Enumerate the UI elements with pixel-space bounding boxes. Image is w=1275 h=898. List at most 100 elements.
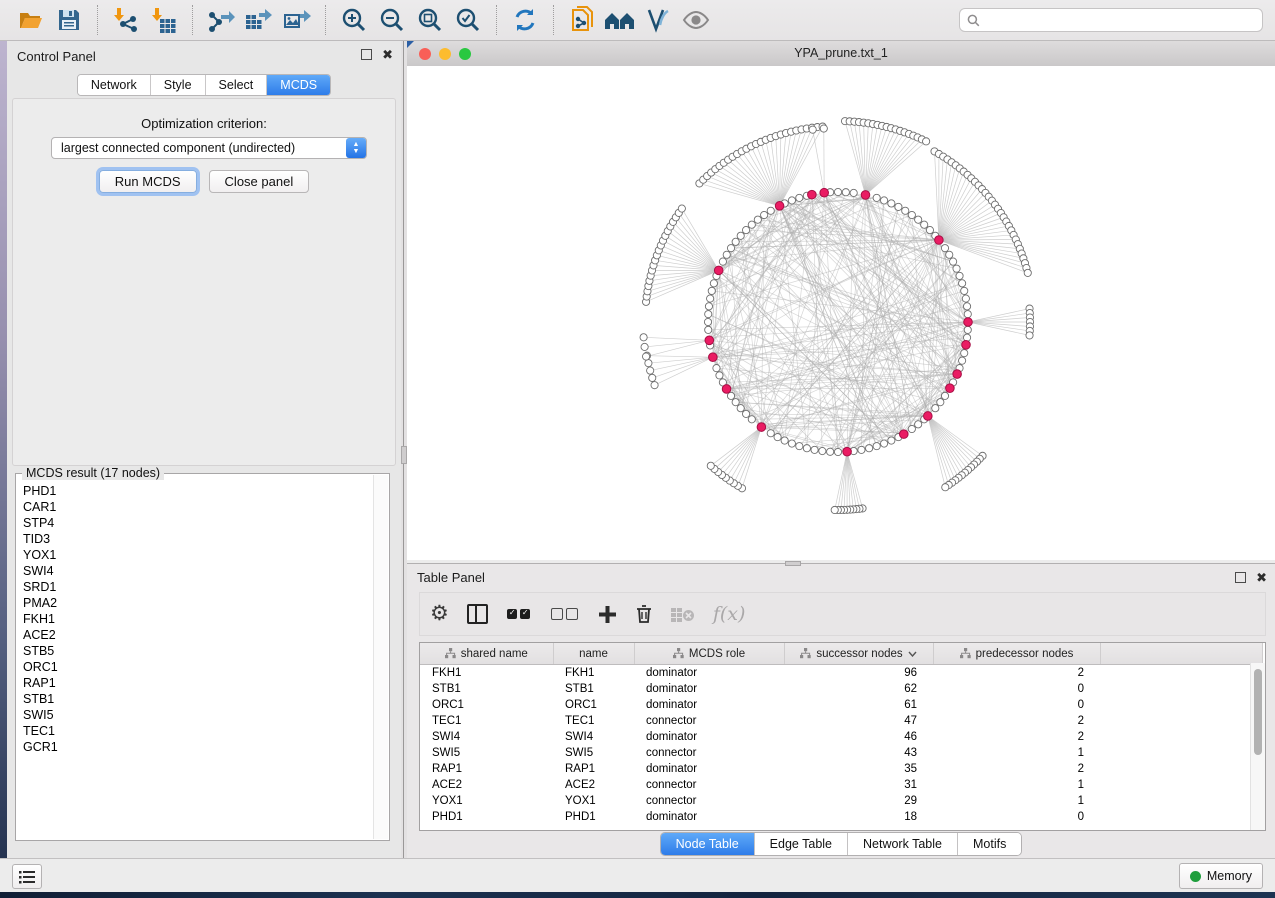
table-scrollbar[interactable] xyxy=(1250,663,1265,830)
save-session-button[interactable] xyxy=(53,4,85,36)
export-network-button[interactable] xyxy=(205,4,237,36)
table-cell[interactable]: 46 xyxy=(784,729,933,745)
mcds-list-scrollbar[interactable] xyxy=(373,475,388,839)
column-header-predecessor-nodes[interactable]: predecessor nodes xyxy=(933,643,1100,665)
hide-all-columns-button[interactable] xyxy=(550,599,580,629)
mcds-result-item[interactable]: SWI4 xyxy=(23,563,369,579)
mcds-result-item[interactable]: SWI5 xyxy=(23,707,369,723)
table-cell[interactable]: 1 xyxy=(933,777,1100,793)
table-cell[interactable]: dominator xyxy=(634,761,784,777)
table-cell[interactable]: dominator xyxy=(634,681,784,697)
table-cell[interactable]: FKH1 xyxy=(420,665,553,682)
mcds-result-item[interactable]: FKH1 xyxy=(23,611,369,627)
table-cell[interactable]: STB1 xyxy=(553,681,634,697)
table-row[interactable]: SWI5SWI5connector431 xyxy=(420,745,1262,761)
ndex-button[interactable] xyxy=(604,4,636,36)
table-cell[interactable]: YOX1 xyxy=(420,793,553,809)
vizmapper-button[interactable] xyxy=(642,4,674,36)
table-cell[interactable]: 2 xyxy=(933,761,1100,777)
table-cell[interactable]: FKH1 xyxy=(553,665,634,682)
table-cell[interactable]: SWI5 xyxy=(553,745,634,761)
mcds-result-item[interactable]: SRD1 xyxy=(23,579,369,595)
table-cell[interactable]: SWI4 xyxy=(553,729,634,745)
table-cell[interactable]: 2 xyxy=(933,665,1100,682)
float-panel-icon[interactable] xyxy=(1235,572,1246,583)
network-canvas[interactable] xyxy=(407,66,1275,560)
table-cell[interactable]: ACE2 xyxy=(553,777,634,793)
table-cell[interactable]: dominator xyxy=(634,665,784,682)
tab-network-table[interactable]: Network Table xyxy=(848,833,958,855)
delete-column-button[interactable] xyxy=(635,599,653,629)
import-table-button[interactable] xyxy=(148,4,180,36)
table-row[interactable]: STB1STB1dominator620 xyxy=(420,681,1262,697)
network-window-titlebar[interactable]: YPA_prune.txt_1 xyxy=(407,41,1275,67)
table-cell[interactable]: 61 xyxy=(784,697,933,713)
mcds-result-item[interactable]: PMA2 xyxy=(23,595,369,611)
zoom-selected-button[interactable] xyxy=(452,4,484,36)
run-mcds-button[interactable]: Run MCDS xyxy=(99,170,197,193)
network-graph[interactable] xyxy=(407,66,1275,560)
table-cell[interactable]: TEC1 xyxy=(553,713,634,729)
table-cell[interactable]: PHD1 xyxy=(420,809,553,825)
tab-select[interactable]: Select xyxy=(206,75,268,95)
task-history-button[interactable] xyxy=(12,864,42,889)
table-cell[interactable]: 96 xyxy=(784,665,933,682)
show-all-columns-button[interactable] xyxy=(506,599,532,629)
table-cell[interactable]: PHD1 xyxy=(553,809,634,825)
table-cell[interactable]: 18 xyxy=(784,809,933,825)
column-header-successor-nodes[interactable]: successor nodes xyxy=(784,643,933,665)
search-input[interactable] xyxy=(985,12,1255,28)
scrollbar-thumb[interactable] xyxy=(1254,669,1262,755)
table-cell[interactable]: connector xyxy=(634,745,784,761)
optimization-criterion-dropdown[interactable]: largest connected component (undirected)… xyxy=(51,137,367,159)
tab-network[interactable]: Network xyxy=(78,75,151,95)
tab-edge-table[interactable]: Edge Table xyxy=(755,833,848,855)
add-column-button[interactable] xyxy=(598,599,617,629)
table-cell[interactable]: 29 xyxy=(784,793,933,809)
table-cell[interactable]: 0 xyxy=(933,697,1100,713)
column-header-shared-name[interactable]: shared name xyxy=(420,643,553,665)
zoom-fit-button[interactable] xyxy=(414,4,446,36)
global-search[interactable] xyxy=(959,8,1263,32)
close-panel-icon[interactable]: ✖ xyxy=(382,50,393,59)
float-panel-icon[interactable] xyxy=(361,49,372,60)
refresh-button[interactable] xyxy=(509,4,541,36)
memory-button[interactable]: Memory xyxy=(1179,863,1263,889)
mcds-result-item[interactable]: STB5 xyxy=(23,643,369,659)
column-header-MCDS-role[interactable]: MCDS role xyxy=(634,643,784,665)
table-row[interactable]: SWI4SWI4dominator462 xyxy=(420,729,1262,745)
mcds-result-item[interactable]: ORC1 xyxy=(23,659,369,675)
table-cell[interactable]: 1 xyxy=(933,793,1100,809)
table-cell[interactable]: dominator xyxy=(634,809,784,825)
table-cell[interactable]: dominator xyxy=(634,729,784,745)
table-cell[interactable]: connector xyxy=(634,713,784,729)
mcds-result-item[interactable]: GCR1 xyxy=(23,739,369,755)
table-cell[interactable]: RAP1 xyxy=(553,761,634,777)
table-cell[interactable]: SWI4 xyxy=(420,729,553,745)
table-row[interactable]: FKH1FKH1dominator962 xyxy=(420,665,1262,682)
table-row[interactable]: TEC1TEC1connector472 xyxy=(420,713,1262,729)
table-cell[interactable]: dominator xyxy=(634,697,784,713)
clipboard-network-button[interactable] xyxy=(566,4,598,36)
table-cell[interactable]: 0 xyxy=(933,681,1100,697)
table-cell[interactable]: 43 xyxy=(784,745,933,761)
mcds-result-list[interactable]: PHD1CAR1STP4TID3YOX1SWI4SRD1PMA2FKH1ACE2… xyxy=(19,477,373,837)
table-row[interactable]: PHD1PHD1dominator180 xyxy=(420,809,1262,825)
export-image-button[interactable] xyxy=(281,4,313,36)
table-row[interactable]: ACE2ACE2connector311 xyxy=(420,777,1262,793)
zoom-out-button[interactable] xyxy=(376,4,408,36)
table-cell[interactable]: connector xyxy=(634,777,784,793)
tab-mcds[interactable]: MCDS xyxy=(267,75,330,95)
mcds-result-item[interactable]: STP4 xyxy=(23,515,369,531)
mcds-result-item[interactable]: ACE2 xyxy=(23,627,369,643)
close-panel-icon[interactable]: ✖ xyxy=(1256,573,1267,582)
tab-node-table[interactable]: Node Table xyxy=(661,833,755,855)
mcds-result-item[interactable]: RAP1 xyxy=(23,675,369,691)
open-file-button[interactable] xyxy=(15,4,47,36)
table-cell[interactable]: 47 xyxy=(784,713,933,729)
table-cell[interactable]: 2 xyxy=(933,729,1100,745)
table-cell[interactable]: TEC1 xyxy=(420,713,553,729)
mcds-result-item[interactable]: YOX1 xyxy=(23,547,369,563)
column-header-name[interactable]: name xyxy=(553,643,634,665)
table-cell[interactable]: 31 xyxy=(784,777,933,793)
